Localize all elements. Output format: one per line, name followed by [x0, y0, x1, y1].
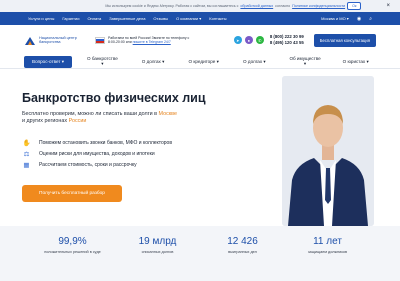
cookie-data-link[interactable]: обработкой данных	[240, 4, 273, 8]
lead-text-1: Бесплатно проверим, можно ли списать ваш…	[22, 111, 158, 117]
hero-section: Банкротство физических лиц Бесплатно про…	[0, 69, 400, 235]
nav-debts-2[interactable]: О долгах ▾	[234, 59, 275, 65]
stat-item: 19 млрд списанных долгов	[115, 226, 200, 281]
stat-item: 11 лет защищаем должников	[285, 226, 370, 281]
telegram-icon[interactable]: ➤	[233, 36, 242, 44]
topnav-right: Москва и МО ▾ ◉ ⌕	[321, 16, 372, 22]
topnav-reviews[interactable]: Отзывы	[153, 16, 168, 21]
russia-flag-icon	[95, 36, 105, 44]
topnav-completed[interactable]: Завершенные дела	[109, 16, 145, 21]
topnav-guarantees[interactable]: Гарантии	[62, 16, 79, 21]
free-call-text: Работаем по всей России! Звоните по теле…	[108, 36, 190, 44]
stat-value: 99,9%	[58, 236, 87, 247]
lead-moscow: Москве	[158, 111, 177, 117]
stat-label: выигранных дел	[228, 250, 257, 254]
list-item: ✋ Поможем остановить звонки банков, МФО …	[22, 137, 172, 148]
stat-value: 12 426	[227, 236, 258, 247]
scales-icon: ⚖	[23, 150, 30, 158]
cookie-bar: Мы используем cookie и Яндекс.Метрику. Р…	[0, 0, 400, 12]
max-icon[interactable]: ●	[244, 36, 253, 44]
main-navigation: Вопрос-ответ ▾ О банкротстве ▾ О долгах …	[0, 55, 400, 69]
nav-bankruptcy-label: О банкротстве	[86, 56, 118, 61]
hero-lead: Бесплатно проверим, можно ли списать ваш…	[22, 111, 197, 125]
stat-label: защищаем должников	[307, 250, 348, 254]
topnav-services[interactable]: Услуги и цены	[28, 16, 54, 21]
cookie-mid: согласно	[275, 4, 291, 8]
phone-moscow[interactable]: 8 (495) 120 43 55	[270, 40, 304, 46]
topnav-contacts[interactable]: Контакты	[209, 16, 226, 21]
feature-text: Рассчитаем стоимость, сроки и рассрочку	[39, 161, 137, 168]
feature-list: ✋ Поможем остановить звонки банков, МФО …	[22, 137, 172, 170]
stats-section: 99,9% положительных решений в суде 19 мл…	[0, 226, 400, 281]
free-call-info: Работаем по всей России! Звоните по теле…	[95, 36, 190, 44]
whatsapp-icon[interactable]: ✆	[255, 36, 264, 44]
phones: 8 (800) 222 30 99 8 (495) 120 43 55	[270, 34, 304, 46]
topnav-about[interactable]: О компании ▾	[176, 16, 201, 21]
logo[interactable]: Национальный центр банкротства	[24, 34, 77, 46]
nav-property-label: Об имуществе	[289, 56, 321, 61]
stat-item: 99,9% положительных решений в суде	[30, 226, 115, 281]
logo-text: Национальный центр банкротства	[39, 35, 77, 44]
feature-text: Оценим риски для имущества, доходов и ип…	[39, 150, 155, 157]
privacy-policy-link[interactable]: Политике конфиденциальности	[292, 4, 345, 8]
stat-value: 11 лет	[313, 236, 342, 247]
feature-text: Поможем остановить звонки банков, МФО и …	[39, 139, 172, 146]
search-icon[interactable]: ⌕	[369, 16, 372, 22]
nav-faq[interactable]: Вопрос-ответ ▾	[24, 55, 73, 68]
nav-debts[interactable]: О долгах ▾	[133, 59, 174, 65]
lead-text-2: и других регионах	[22, 118, 68, 124]
site-header: Национальный центр банкротства Работаем …	[0, 25, 400, 55]
accessibility-icon[interactable]: ◉	[357, 16, 361, 22]
stat-label: списанных долгов	[141, 250, 174, 254]
list-item: ⚖ Оценим риски для имущества, доходов и …	[22, 148, 172, 159]
logo-icon	[24, 34, 36, 46]
cookie-notice: Мы используем cookie и Яндекс.Метрику. Р…	[10, 2, 366, 10]
nav-property[interactable]: Об имуществе ▾	[285, 56, 326, 67]
consultation-button[interactable]: Бесплатная консультация	[313, 33, 376, 47]
nav-bankruptcy[interactable]: О банкротстве ▾	[82, 56, 123, 67]
list-item: ▦ Рассчитаем стоимость, сроки и рассрочк…	[22, 159, 172, 170]
region-label: Москва и МО	[321, 16, 346, 21]
close-icon[interactable]: ×	[386, 3, 390, 9]
free-analysis-button[interactable]: Получить бесплатный разбор	[22, 185, 122, 202]
nav-creditor-label: О кредиторе	[188, 58, 216, 64]
topnav-payment[interactable]: Оплата	[87, 16, 101, 21]
stat-value: 19 млрд	[138, 236, 177, 247]
telegram-link[interactable]: пишите в Telegram 24/7	[133, 40, 171, 44]
nav-debts-label: О долгах	[141, 58, 161, 64]
handshake-icon: ✋	[22, 139, 31, 147]
messengers: ➤ ● ✆	[233, 36, 264, 44]
page-title: Банкротство физических лиц	[22, 91, 206, 105]
lawyer-photo	[282, 76, 374, 226]
about-label: О компании	[176, 16, 199, 21]
nav-lawyers[interactable]: О юристах ▾	[335, 59, 376, 65]
nav-faq-label: Вопрос-ответ	[32, 58, 61, 64]
region-select[interactable]: Москва и МО ▾	[321, 16, 349, 21]
stat-item: 12 426 выигранных дел	[200, 226, 285, 281]
cookie-text: Мы используем cookie и Яндекс.Метрику. Р…	[105, 4, 239, 8]
nav-creditor[interactable]: О кредиторе ▾	[183, 59, 224, 65]
calculator-icon: ▦	[23, 161, 30, 169]
nav-lawyers-label: О юристах	[342, 58, 366, 64]
lead-russia: России	[68, 118, 87, 124]
cookie-ok-button[interactable]: Ок	[347, 2, 362, 10]
stat-label: положительных решений в суде	[44, 250, 101, 254]
nav-debts-2-label: О долгах	[243, 58, 263, 64]
top-navigation: Услуги и цены Гарантии Оплата Завершенны…	[0, 12, 400, 25]
